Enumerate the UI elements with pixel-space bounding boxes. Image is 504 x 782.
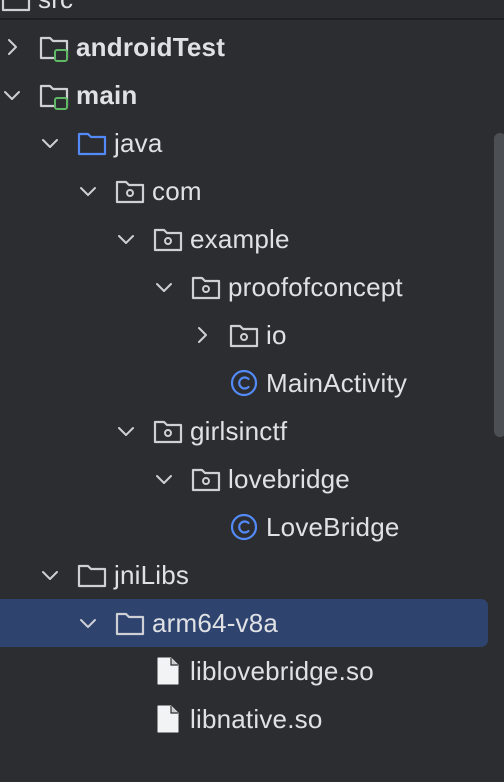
file-icon [152, 703, 184, 735]
tree-row-libnative[interactable]: libnative.so [0, 695, 504, 743]
tree-label: java [114, 128, 163, 158]
tree-label: LoveBridge [266, 512, 400, 542]
project-tree: src androidTest main java [0, 0, 504, 743]
chevron-right-icon[interactable] [1, 36, 23, 58]
tree-row-java[interactable]: java [0, 119, 504, 167]
package-icon [152, 223, 184, 255]
tree-row-liblovebridge[interactable]: liblovebridge.so [0, 647, 504, 695]
package-icon [152, 415, 184, 447]
chevron-down-icon[interactable] [77, 612, 99, 634]
chevron-down-icon[interactable] [39, 564, 61, 586]
folder-icon [76, 559, 108, 591]
tree-row-androidtest[interactable]: androidTest [0, 23, 504, 71]
tree-row-lovebridge-class[interactable]: LoveBridge [0, 503, 504, 551]
tree-label: MainActivity [266, 368, 408, 398]
vertical-scrollbar[interactable] [494, 133, 504, 437]
package-icon [228, 319, 260, 351]
tree-row-lovebridge-package[interactable]: lovebridge [0, 455, 504, 503]
chevron-down-icon[interactable] [153, 468, 175, 490]
chevron-down-icon[interactable] [153, 276, 175, 298]
tree-row-mainactivity[interactable]: MainActivity [0, 359, 504, 407]
tree-label: io [266, 320, 287, 350]
tree-label: proofofconcept [228, 272, 403, 302]
tree-row-proofofconcept[interactable]: proofofconcept [0, 263, 504, 311]
tree-label: main [76, 80, 138, 110]
chevron-down-icon[interactable] [39, 132, 61, 154]
tree-label: com [152, 176, 202, 206]
source-set-folder-icon [38, 79, 70, 111]
class-icon [228, 511, 260, 543]
tree-label: example [190, 224, 290, 254]
test-source-folder-icon [38, 31, 70, 63]
tree-label: liblovebridge.so [190, 656, 374, 686]
chevron-down-icon[interactable] [115, 228, 137, 250]
package-icon [114, 175, 146, 207]
tree-row-main[interactable]: main [0, 71, 504, 119]
tree-label: libnative.so [190, 704, 323, 734]
package-icon [190, 271, 222, 303]
folder-icon [114, 607, 146, 639]
chevron-down-icon[interactable] [115, 420, 137, 442]
tree-label: lovebridge [228, 464, 350, 494]
tree-row-arm64-v8a[interactable]: arm64-v8a [0, 599, 504, 647]
tree-row-io[interactable]: io [0, 311, 504, 359]
tree-label: androidTest [76, 32, 226, 62]
source-root-folder-icon [76, 127, 108, 159]
file-icon [152, 655, 184, 687]
class-icon [228, 367, 260, 399]
tree-label: arm64-v8a [152, 608, 279, 638]
chevron-right-icon[interactable] [191, 324, 213, 346]
module-folder-icon [0, 0, 32, 15]
tree-label: girlsinctf [190, 416, 288, 446]
tree-row-com[interactable]: com [0, 167, 504, 215]
package-icon [190, 463, 222, 495]
tree-row-jnilibs[interactable]: jniLibs [0, 551, 504, 599]
tree-label: jniLibs [114, 560, 190, 590]
chevron-down-icon[interactable] [77, 180, 99, 202]
header-divider [0, 18, 504, 20]
chevron-down-icon[interactable] [1, 84, 23, 106]
tree-row-girlsinctf[interactable]: girlsinctf [0, 407, 504, 455]
tree-row-example[interactable]: example [0, 215, 504, 263]
